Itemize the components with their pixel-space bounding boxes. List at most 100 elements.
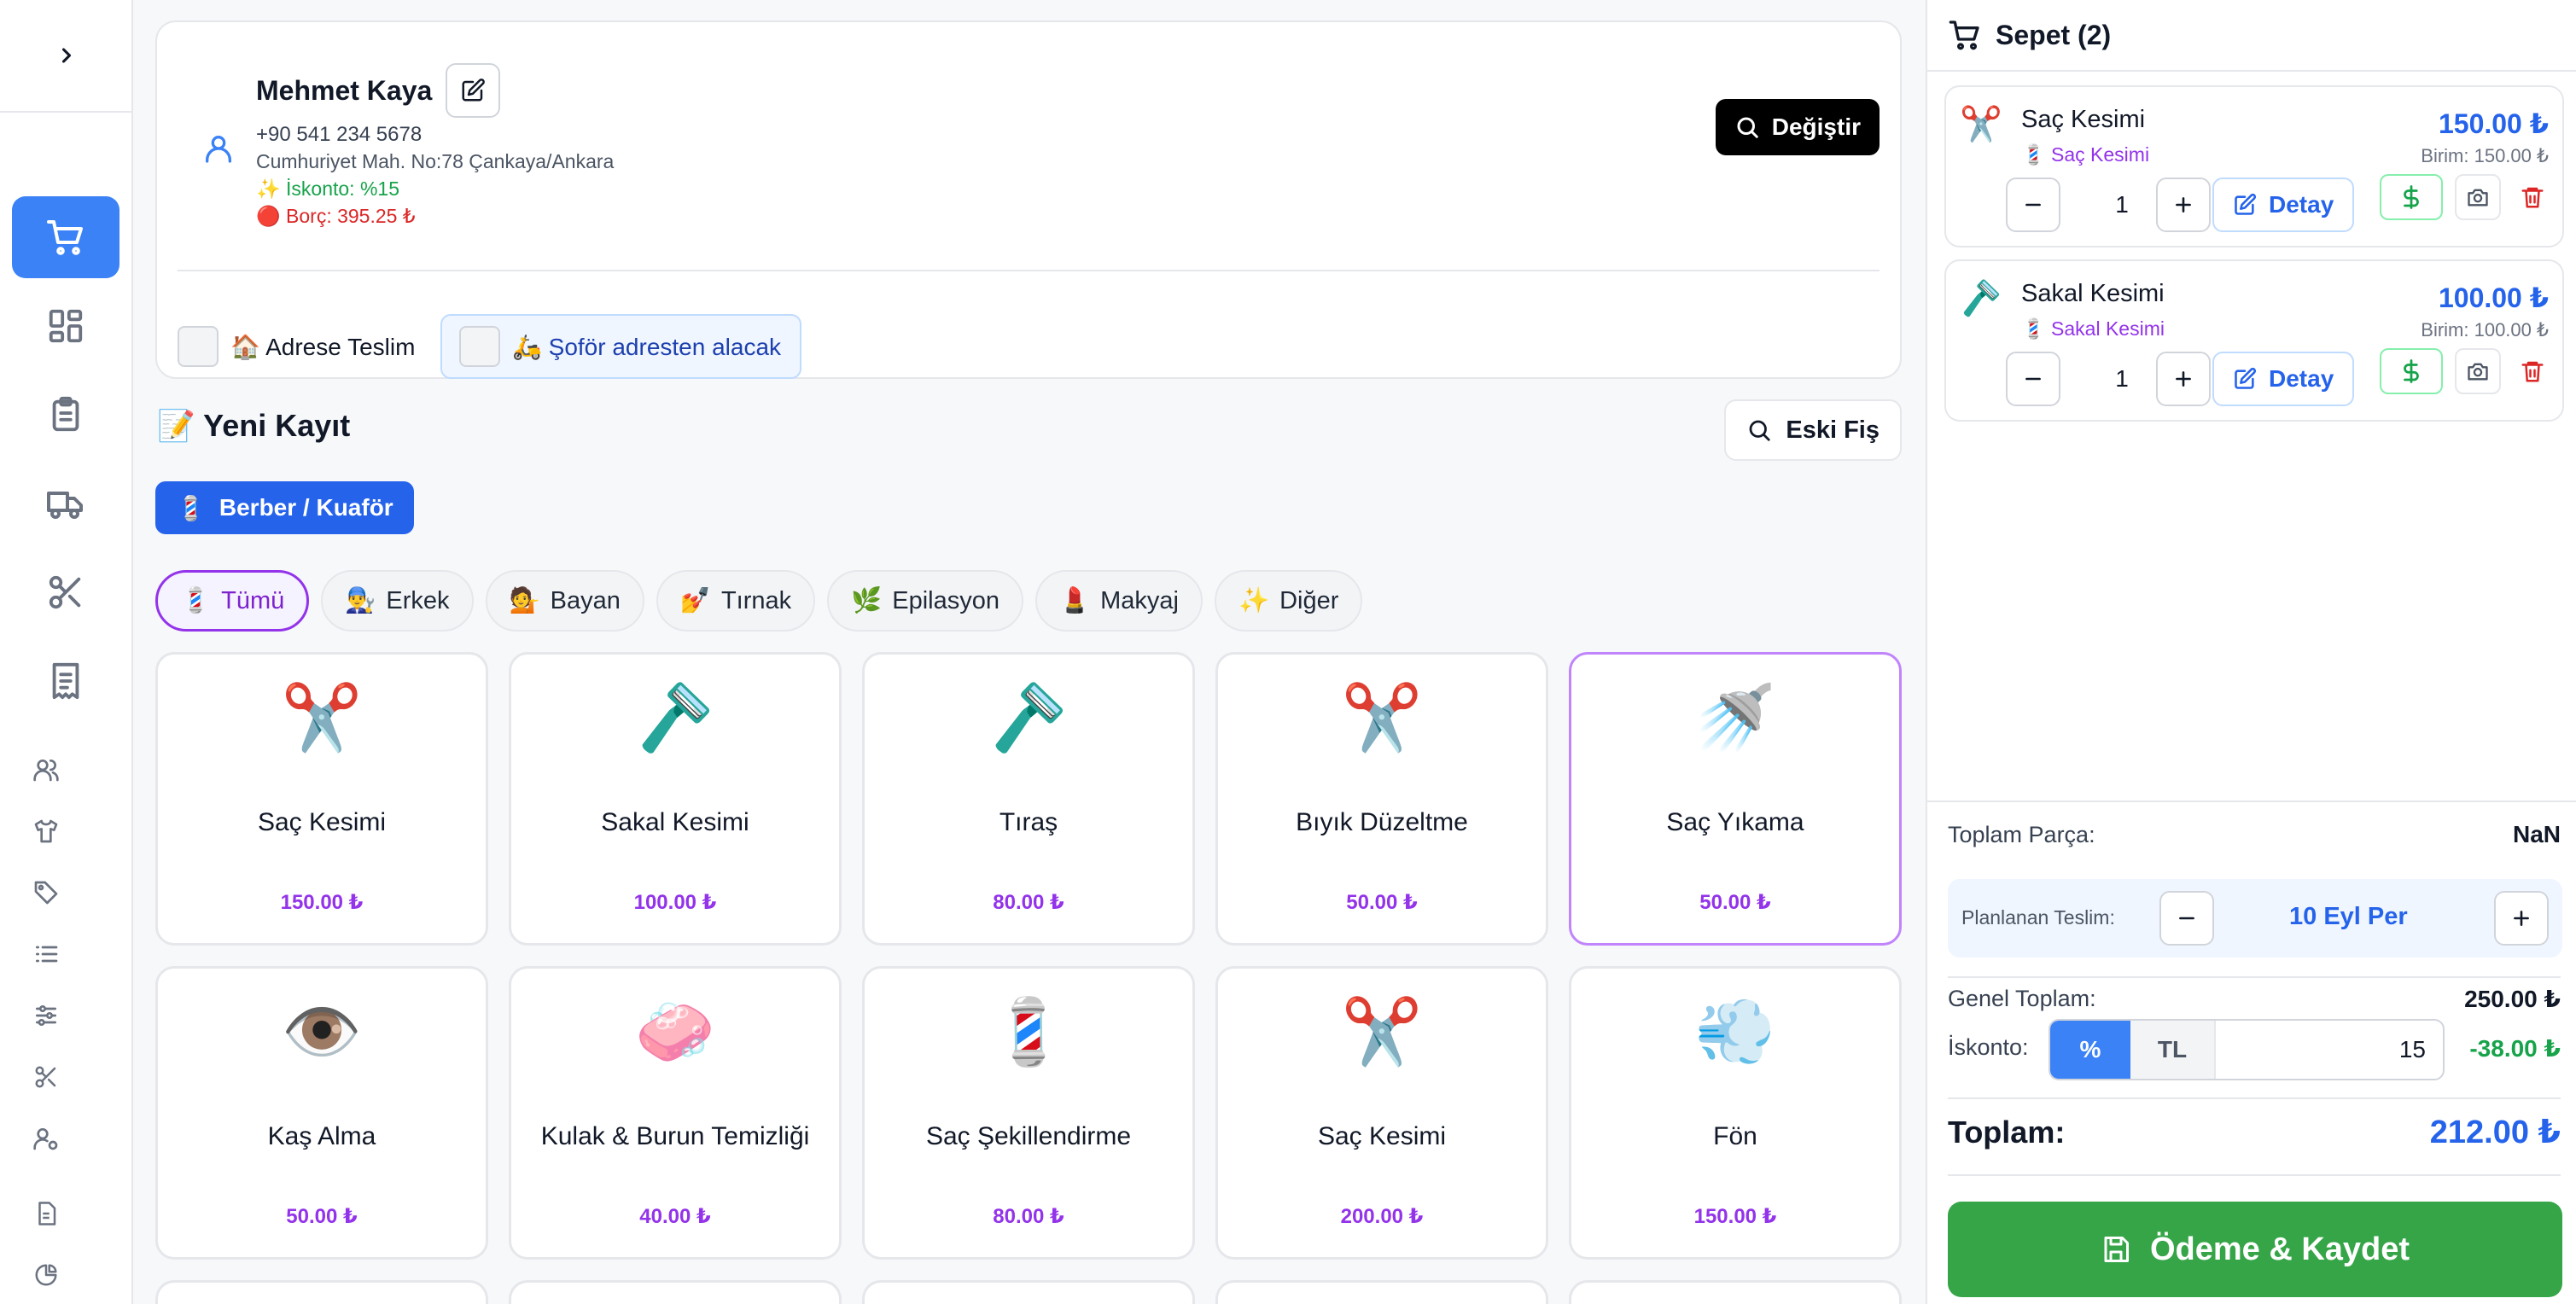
sidebar-expand-button[interactable] [0,0,133,113]
service-card[interactable]: 💈 Saç Şekillendirme 80.00 ₺ [862,966,1195,1260]
delivery-to-address-checkbox[interactable] [178,326,219,367]
razor-icon: 🪒 [988,682,1069,754]
discount-tl-toggle[interactable]: TL [2130,1021,2216,1079]
sector-label: Berber / Kuaför [219,494,393,521]
sidebar-item-settings[interactable] [26,995,67,1036]
decrease-qty-button[interactable] [2006,178,2060,232]
price-override-button[interactable] [2380,348,2443,394]
customer-name: Mehmet Kaya [256,75,433,106]
service-card-partial[interactable] [1215,1280,1548,1304]
photo-button[interactable] [2455,348,2501,394]
category-chip-other[interactable]: ✨ Diğer [1214,570,1363,632]
cart-item: ✂️ Saç Kesimi 💈 Saç Kesimi 150.00 ₺ Biri… [1944,85,2564,247]
date-prev-button[interactable] [2159,891,2214,946]
detail-button[interactable]: Detay [2212,178,2355,232]
photo-button[interactable] [2455,174,2501,220]
category-chip-all[interactable]: 💈 Tümü [155,570,310,632]
sidebar-item-dashboard[interactable] [12,285,119,367]
service-name: Kulak & Burun Temizliği [540,1122,810,1150]
delivery-to-address-option[interactable]: 🏠 Adrese Teslim [178,314,415,379]
search-icon [1750,420,1770,441]
service-name: Kaş Alma [267,1122,376,1150]
category-chip-male[interactable]: 👨‍🔧 Erkek [321,570,474,632]
grand-total-label: Genel Toplam: [1948,986,2096,1011]
divider [1948,1174,2561,1176]
discount-percent-toggle[interactable]: % [2050,1021,2130,1079]
remove-item-button[interactable] [2509,348,2556,394]
delivery-to-address-label: 🏠 Adrese Teslim [230,333,416,360]
service-card[interactable]: 👁️ Kaş Alma 50.00 ₺ [155,966,488,1260]
service-card[interactable]: 🧼 Kulak & Burun Temizliği 40.00 ₺ [509,966,842,1260]
users-icon [33,760,59,782]
sidebar-item-receipts[interactable] [12,640,119,722]
service-card[interactable]: 💨 Fön 150.00 ₺ [1569,966,1902,1260]
cart-item-qty[interactable]: 1 [2088,178,2156,232]
sidebar-item-customers[interactable] [26,749,67,790]
date-next-button[interactable] [2494,891,2549,946]
category-chip-epilation[interactable]: 🌿 Epilasyon [827,570,1023,632]
service-card[interactable]: ✂️ Bıyık Düzeltme 50.00 ₺ [1215,652,1548,946]
service-card[interactable]: 🪒 Tıraş 80.00 ₺ [862,652,1195,946]
detail-button[interactable]: Detay [2212,352,2355,406]
planned-delivery: Planlanan Teslim: 10 Eyl Per [1948,879,2562,958]
camera-icon [2468,189,2488,207]
detail-label: Detay [2269,365,2334,392]
sidebar-item-delivery[interactable] [12,463,119,544]
service-price: 50.00 ₺ [286,1205,358,1228]
cart-header: Sepet (2) [1927,0,2576,72]
scissors-icon: ✂️ [1960,106,2002,143]
sidebar-item-cuts[interactable] [26,1057,67,1097]
driver-pickup-checkbox[interactable] [459,326,500,367]
sidebar-item-list[interactable] [26,934,67,975]
increase-qty-button[interactable] [2156,178,2211,232]
category-icon: 👨‍🔧 [345,587,376,614]
truck-icon [47,492,83,519]
pay-and-save-button[interactable]: Ödeme & Kaydet [1948,1202,2562,1297]
sidebar-item-products[interactable] [26,811,67,852]
trash-icon [2521,187,2544,208]
sidebar-item-staff[interactable] [26,1118,67,1159]
discount-input[interactable]: 15 [2216,1021,2443,1079]
sector-button[interactable]: 💈 Berber / Kuaför [155,481,414,534]
customer-discount: ✨ İskonto: %15 [256,178,399,200]
old-receipt-button[interactable]: Eski Fiş [1724,399,1902,461]
service-card[interactable]: 🪒 Sakal Kesimi 100.00 ₺ [509,652,842,946]
cart-panel: Sepet (2) ✂️ Saç Kesimi 💈 Saç Kesimi 150… [1926,0,2576,1304]
save-icon [2104,1237,2129,1262]
service-card[interactable]: 🚿 Saç Yıkama 50.00 ₺ [1569,652,1902,946]
change-label: Değiştir [1771,114,1861,140]
trash-icon [2521,361,2544,382]
service-price: 150.00 ₺ [280,891,364,914]
service-card[interactable]: ✂️ Saç Kesimi 150.00 ₺ [155,652,488,946]
price-override-button[interactable] [2380,174,2443,220]
sidebar-item-orders[interactable] [12,374,119,456]
category-chip-nail[interactable]: 💅 Tırnak [656,570,816,632]
change-customer-button[interactable]: Değiştir [1715,99,1880,155]
service-card-partial[interactable] [862,1280,1195,1304]
service-card-partial[interactable] [155,1280,488,1304]
cart-item-unit-price: Birim: 150.00 ₺ [2421,145,2549,166]
increase-qty-button[interactable] [2156,352,2211,406]
planned-delivery-date[interactable]: 10 Eyl Per [2289,903,2408,931]
sidebar-item-reports[interactable] [26,1193,67,1234]
category-label: Epilasyon [892,586,1000,614]
remove-item-button[interactable] [2509,174,2556,220]
service-card-partial[interactable] [509,1280,842,1304]
service-price: 200.00 ₺ [1340,1205,1424,1228]
service-card[interactable]: ✂️ Saç Kesimi 200.00 ₺ [1215,966,1548,1260]
edit-customer-button[interactable] [446,63,500,118]
category-chip-makeup[interactable]: 💄 Makyaj [1035,570,1203,632]
cart-item-qty[interactable]: 1 [2088,352,2156,406]
sidebar-item-analytics[interactable] [26,1255,67,1295]
driver-pickup-option[interactable]: 🛵 Şoför adresten alacak [440,314,802,379]
sidebar-item-tags[interactable] [26,872,67,913]
sidebar-item-services[interactable] [12,551,119,633]
cart-summary: Toplam Parça: NaN Planlanan Teslim: 10 E… [1927,800,2576,1304]
service-card-partial[interactable] [1569,1280,1902,1304]
sidebar-item-pos[interactable] [12,196,119,278]
category-icon: 🌿 [851,587,883,614]
decrease-qty-button[interactable] [2006,352,2060,406]
category-chip-female[interactable]: 💁 Bayan [485,570,644,632]
file-icon [38,1202,56,1225]
scissors-small-icon [35,1066,56,1088]
